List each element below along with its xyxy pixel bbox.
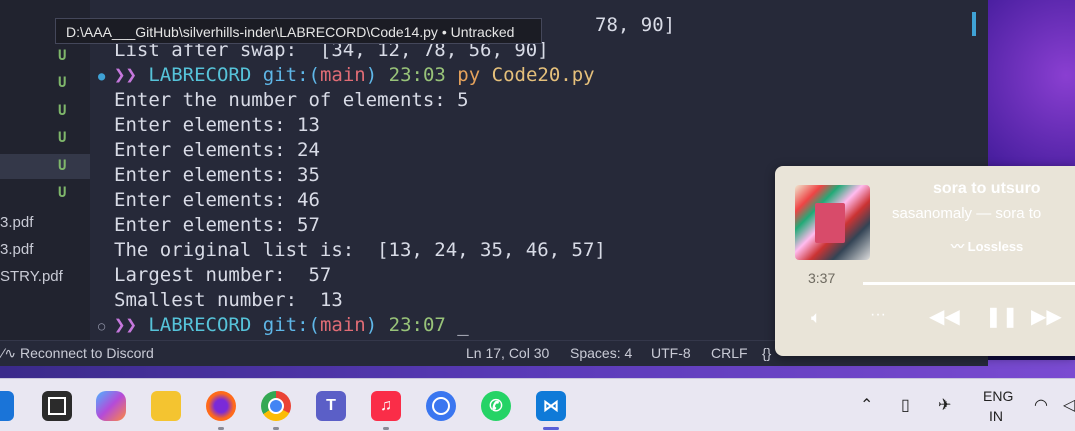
terminal-line: Enter the number of elements: 5	[114, 89, 469, 111]
explorer-selected-row[interactable]	[0, 154, 90, 179]
command-pending-dot-icon[interactable]: ○	[98, 319, 105, 333]
git-untracked-badge: U	[58, 103, 67, 119]
explorer-sidebar: U U U U U U U 3.pdf 3.pdf STRY.pdf	[0, 0, 90, 340]
explorer-file[interactable]: STRY.pdf	[0, 268, 63, 285]
indentation[interactable]: Spaces: 4	[570, 345, 632, 361]
media-flyout: sora to utsuro sasanomaly — sora to 〰 Lo…	[775, 166, 1075, 356]
album-art-figure	[815, 203, 845, 243]
speaker-icon[interactable]: ◁	[1063, 395, 1075, 415]
more-options-icon[interactable]: ···	[870, 306, 886, 324]
git-untracked-badge: U	[58, 130, 67, 146]
prompt-branch-open: (	[308, 314, 320, 336]
prompt-argument: Code20.py	[491, 64, 595, 86]
file-explorer-icon[interactable]	[151, 391, 181, 421]
terminal-partial-line: 78, 90]	[595, 14, 676, 36]
windows-start-icon[interactable]	[0, 391, 14, 421]
scrollbar-marker[interactable]	[972, 12, 976, 36]
pause-icon[interactable]: ❚❚	[985, 304, 1019, 329]
line-ending[interactable]: CRLF	[711, 345, 748, 361]
file-encoding[interactable]: UTF-8	[651, 345, 691, 361]
lossless-icon: 〰	[951, 239, 965, 254]
discord-status[interactable]: ⁄∿ Reconnect to Discord	[2, 345, 154, 362]
taskbar: T ♫ ✆ ⋈ ⌃ ▯ ✈ ENG IN ◠ ◁	[0, 378, 1075, 431]
prompt-git: git:	[262, 314, 309, 336]
discord-pulse-icon: ⁄∿	[2, 345, 17, 361]
lossless-badge: 〰 Lossless	[951, 236, 1023, 255]
terminal-line: Enter elements: 35	[114, 164, 320, 186]
prompt-arrow: ❯❯	[114, 314, 137, 336]
tray-app-icon[interactable]: ✈	[938, 395, 951, 415]
terminal-cursor: _	[457, 314, 469, 336]
prompt-branch-open: (	[308, 64, 320, 86]
volume-icon[interactable]: 🔈︎	[811, 308, 821, 328]
prompt-branch-close: )	[365, 64, 378, 86]
prompt-git: git:	[262, 64, 309, 86]
explorer-file[interactable]: 3.pdf	[0, 241, 33, 258]
language-top[interactable]: ENG	[983, 388, 1013, 404]
prompt-branch: main	[319, 314, 366, 336]
terminal-prompt: ❯❯ LABRECORD git:(main) 23:03 py Code20.…	[114, 64, 595, 86]
previous-track-icon[interactable]: ◀◀	[929, 304, 960, 329]
prompt-dir: LABRECORD	[148, 64, 252, 86]
cursor-position[interactable]: Ln 17, Col 30	[466, 345, 549, 361]
copilot-icon[interactable]	[96, 391, 126, 421]
playback-progress[interactable]	[863, 282, 1075, 285]
signal-icon[interactable]	[426, 391, 456, 421]
git-untracked-badge: U	[58, 48, 67, 64]
next-track-icon[interactable]: ▶▶	[1031, 304, 1062, 329]
wifi-icon[interactable]: ◠	[1034, 395, 1048, 415]
playback-time: 3:37	[808, 270, 836, 286]
git-untracked-badge: U	[58, 75, 67, 91]
prompt-time: 23:07	[388, 314, 446, 336]
vscode-icon[interactable]: ⋈	[536, 391, 566, 421]
usb-device-icon[interactable]: ▯	[901, 395, 910, 415]
command-success-dot-icon[interactable]: ●	[98, 69, 105, 83]
terminal-line: Enter elements: 13	[114, 114, 320, 136]
terminal-line: Enter elements: 46	[114, 189, 320, 211]
show-hidden-icons-icon[interactable]: ⌃	[860, 395, 873, 415]
terminal-line: Enter elements: 57	[114, 214, 320, 236]
firefox-icon[interactable]	[206, 391, 236, 421]
file-path-tooltip: D:\AAA___GitHub\silverhills-inder\LABREC…	[55, 18, 542, 44]
terminal-line: Largest number: 57	[114, 264, 332, 286]
album-art	[795, 185, 870, 260]
discord-label: Reconnect to Discord	[19, 345, 154, 361]
track-title: sora to utsuro	[933, 180, 1041, 197]
terminal-line: Enter elements: 24	[114, 139, 320, 161]
music-icon[interactable]: ♫	[371, 391, 401, 421]
terminal-line: The original list is: [13, 24, 35, 46, 5…	[114, 239, 606, 261]
prompt-arrow: ❯❯	[114, 64, 137, 86]
explorer-file[interactable]: 3.pdf	[0, 214, 33, 231]
prompt-command: py	[457, 64, 481, 86]
terminal-prompt: ❯❯ LABRECORD git:(main) 23:07 _	[114, 314, 469, 336]
track-artist: sasanomaly — sora to	[892, 205, 1042, 222]
playback-progress-fill	[863, 282, 1075, 285]
git-untracked-badge: U	[58, 185, 67, 201]
prompt-branch: main	[319, 64, 366, 86]
prompt-time: 23:03	[388, 64, 446, 86]
prompt-branch-close: )	[365, 314, 378, 336]
prompt-dir: LABRECORD	[148, 314, 252, 336]
teams-icon[interactable]: T	[316, 391, 346, 421]
whatsapp-icon[interactable]: ✆	[481, 391, 511, 421]
lossless-label: Lossless	[967, 239, 1024, 254]
git-untracked-badge: U	[58, 158, 67, 174]
language-bottom[interactable]: IN	[989, 408, 1003, 424]
task-view-icon[interactable]	[42, 391, 72, 421]
language-mode[interactable]: {}	[762, 345, 771, 361]
chrome-icon[interactable]	[261, 391, 291, 421]
terminal-line: Smallest number: 13	[114, 289, 343, 311]
